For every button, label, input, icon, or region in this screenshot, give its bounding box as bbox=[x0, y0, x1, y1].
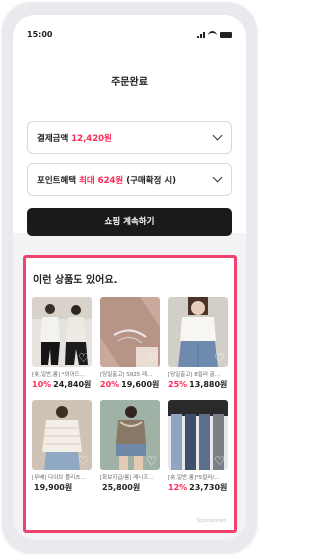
product-image[interactable]: ♡ bbox=[100, 400, 160, 470]
app-screen: 15:00 주문완료 결제금액 12,420원 포인트혜택 최대 624원 (구… bbox=[13, 15, 246, 540]
points-note: (구매확정 시) bbox=[126, 176, 177, 186]
heart-icon[interactable]: ♡ bbox=[78, 455, 89, 467]
points-text: 포인트혜택 최대 624원 (구매확정 시) bbox=[37, 174, 176, 186]
heart-icon[interactable]: ♡ bbox=[146, 455, 157, 467]
product-discount: 10% bbox=[32, 380, 52, 389]
heart-icon[interactable]: ♡ bbox=[146, 352, 157, 364]
continue-shopping-button[interactable]: 쇼핑 계속하기 bbox=[27, 208, 232, 236]
product-image[interactable]: ♡ bbox=[100, 297, 160, 367]
product-name: [숏,일반,롱] *와이드… bbox=[32, 372, 86, 378]
product-name: [당일출고] S925 레… bbox=[100, 372, 153, 378]
page-header: 주문완료 bbox=[13, 51, 246, 103]
product-price: 25,800원 bbox=[102, 483, 141, 492]
product-image[interactable]: ♡ bbox=[168, 400, 228, 470]
heart-icon[interactable]: ♡ bbox=[214, 455, 225, 467]
product-price: 19,600원 bbox=[121, 380, 160, 389]
recommendations-section: 이런 상품도 있어요. ♡ [숏,일반,롱] *와이드… 10% 24,840원… bbox=[23, 255, 237, 533]
status-time: 15:00 bbox=[27, 30, 53, 39]
product-image[interactable]: ♡ bbox=[32, 400, 92, 470]
product-price: 13,880원 bbox=[189, 380, 228, 389]
order-summary: 결제금액 12,420원 포인트혜택 최대 624원 (구매확정 시) 쇼핑 계… bbox=[13, 103, 246, 236]
product-price-row: 20% 19,600원 bbox=[100, 379, 159, 390]
chevron-down-icon[interactable] bbox=[212, 130, 223, 141]
product-name: [당일출고] 8컬러 골… bbox=[168, 372, 221, 378]
phone-frame: 15:00 주문완료 결제금액 12,420원 포인트혜택 최대 624원 (구… bbox=[2, 2, 257, 553]
product-price-row: 19,900원 bbox=[32, 482, 72, 493]
wifi-icon bbox=[208, 31, 217, 38]
recommendations-title: 이런 상품도 있어요. bbox=[33, 275, 118, 286]
signal-icon bbox=[197, 32, 205, 38]
status-bar: 15:00 bbox=[13, 15, 246, 51]
product-name: [화보지급/롱] 레니즈… bbox=[100, 475, 154, 481]
battery-icon bbox=[220, 32, 232, 38]
product-name: [숏,일반,롱]*5컬러/… bbox=[168, 475, 220, 481]
product-discount: 12% bbox=[168, 483, 188, 492]
sponsored-label: Sponsored bbox=[196, 518, 226, 524]
product-price-row: 25,800원 bbox=[100, 482, 140, 493]
payment-label: 결제금액 bbox=[37, 134, 69, 144]
product-price: 23,730원 bbox=[189, 483, 228, 492]
points-highlight: 최대 624원 bbox=[79, 176, 124, 186]
points-label: 포인트혜택 bbox=[37, 176, 77, 186]
product-discount: 25% bbox=[168, 380, 188, 389]
product-image[interactable]: ♡ bbox=[168, 297, 228, 367]
payment-text: 결제금액 12,420원 bbox=[37, 132, 112, 144]
product-price-row: 12% 23,730원 bbox=[168, 482, 227, 493]
product-price-row: 25% 13,880원 bbox=[168, 379, 227, 390]
heart-icon[interactable]: ♡ bbox=[214, 352, 225, 364]
payment-amount: 12,420원 bbox=[71, 134, 112, 144]
page-title: 주문완료 bbox=[111, 77, 148, 88]
product-price: 24,840원 bbox=[53, 380, 92, 389]
product-name: [무배] 다이브 플리츠… bbox=[32, 475, 86, 481]
product-price-row: 10% 24,840원 bbox=[32, 379, 91, 390]
chevron-down-icon[interactable] bbox=[212, 172, 223, 183]
points-benefit-row[interactable]: 포인트혜택 최대 624원 (구매확정 시) bbox=[27, 163, 232, 196]
product-price: 19,900원 bbox=[34, 483, 73, 492]
product-image[interactable]: ♡ bbox=[32, 297, 92, 367]
heart-icon[interactable]: ♡ bbox=[78, 352, 89, 364]
product-discount: 20% bbox=[100, 380, 120, 389]
payment-amount-row[interactable]: 결제금액 12,420원 bbox=[27, 121, 232, 154]
status-icons bbox=[197, 31, 232, 38]
